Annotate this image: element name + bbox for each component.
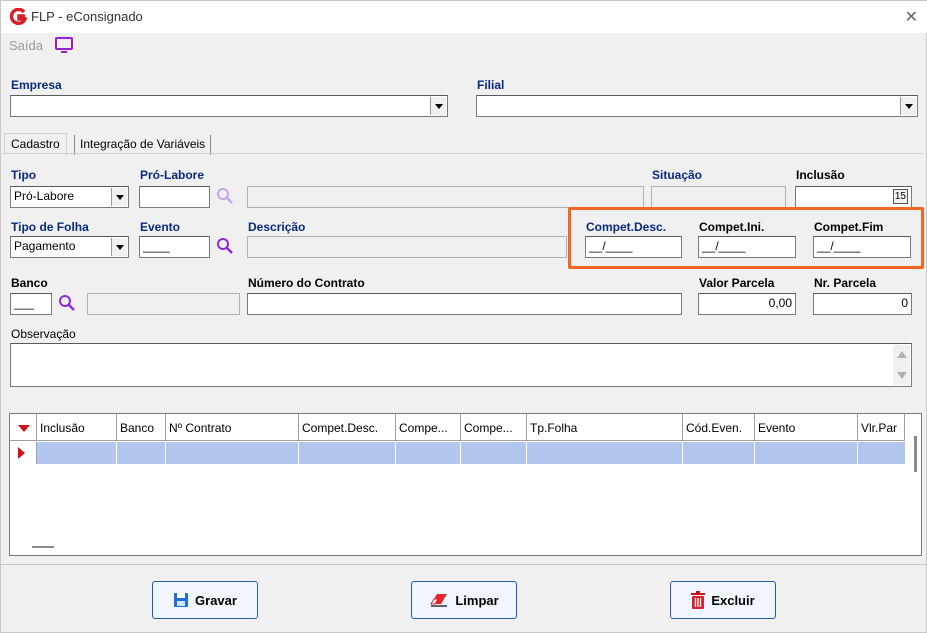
tipo-folha-label: Tipo de Folha: [11, 220, 89, 234]
app-window: FLP - eConsignado ✕ Saída Empresa Filial…: [0, 0, 927, 633]
chevron-down-icon[interactable]: [900, 97, 916, 115]
evento-label: Evento: [140, 220, 181, 234]
grid-col-banco[interactable]: Banco: [117, 414, 166, 441]
row-pointer-icon: [18, 447, 25, 459]
compet-highlight-box: [568, 207, 924, 269]
save-icon: [174, 593, 189, 607]
grid-cell[interactable]: [461, 442, 527, 464]
numero-contrato-input[interactable]: [247, 293, 682, 315]
filial-label: Filial: [477, 78, 505, 92]
data-grid[interactable]: Inclusão Banco Nº Contrato Compet.Desc. …: [9, 413, 922, 556]
inclusao-date-input[interactable]: 15: [795, 186, 912, 208]
prolabore-description: [247, 186, 644, 208]
gravar-label: Gravar: [195, 592, 237, 608]
gravar-button[interactable]: Gravar: [152, 581, 258, 619]
grid-cell[interactable]: [683, 442, 755, 464]
banco-input[interactable]: ___: [10, 293, 52, 315]
valor-parcela-label: Valor Parcela: [699, 276, 775, 290]
descricao-field: [247, 236, 567, 258]
empresa-label: Empresa: [11, 78, 62, 92]
tipo-folha-value: Pagamento: [14, 239, 76, 253]
evento-input[interactable]: ____: [139, 236, 210, 258]
observacao-scrollbar[interactable]: [893, 345, 910, 385]
tipo-select[interactable]: Pró-Labore: [10, 186, 129, 208]
grid-col-compet-ini[interactable]: Compe...: [396, 414, 461, 441]
footer-divider: [1, 564, 927, 565]
grid-col-inclusao[interactable]: Inclusão: [37, 414, 117, 441]
prolabore-label: Pró-Labore: [140, 168, 205, 182]
chevron-down-icon[interactable]: [430, 97, 446, 115]
tipo-value: Pró-Labore: [14, 189, 75, 203]
scroll-up-icon[interactable]: [897, 351, 907, 358]
exit-button[interactable]: Saída: [9, 38, 43, 53]
grid-col-cod-evento[interactable]: Cód.Even.: [683, 414, 755, 441]
observacao-textarea[interactable]: [10, 343, 912, 387]
calendar-icon[interactable]: 15: [892, 189, 908, 204]
grid-horizontal-scrollbar[interactable]: [32, 546, 54, 548]
prolabore-search-icon[interactable]: [216, 187, 234, 205]
row-indicator: [10, 442, 37, 464]
inclusao-label: Inclusão: [796, 168, 845, 182]
tipo-folha-select[interactable]: Pagamento: [10, 236, 129, 258]
table-row[interactable]: [10, 442, 905, 464]
chevron-down-icon[interactable]: [111, 188, 127, 206]
situacao-field: [651, 186, 786, 208]
excluir-label: Excluir: [711, 592, 755, 608]
situacao-label: Situação: [652, 168, 703, 182]
grid-col-compet-desc[interactable]: Compet.Desc.: [299, 414, 396, 441]
observacao-label: Observação: [11, 327, 76, 341]
grid-col-tp-folha[interactable]: Tp.Folha: [527, 414, 683, 441]
nr-parcela-input[interactable]: 0: [813, 293, 912, 315]
empresa-select[interactable]: [10, 95, 448, 117]
grid-corner[interactable]: [10, 414, 37, 441]
scroll-down-icon[interactable]: [897, 372, 907, 379]
grid-cell[interactable]: [527, 442, 683, 464]
grid-cell[interactable]: [396, 442, 461, 464]
grid-cell[interactable]: [37, 442, 117, 464]
close-icon[interactable]: ✕: [905, 7, 918, 27]
chevron-down-icon[interactable]: [111, 238, 127, 256]
grid-col-compet-fim[interactable]: Compe...: [461, 414, 527, 441]
descricao-label: Descrição: [248, 220, 306, 234]
nr-parcela-label: Nr. Parcela: [814, 276, 877, 290]
grid-col-vlr-parcela[interactable]: Vlr.Par: [858, 414, 905, 441]
grid-col-evento[interactable]: Evento: [755, 414, 858, 441]
sort-down-icon[interactable]: [18, 425, 30, 432]
banco-name-field: [87, 293, 240, 315]
grid-cell[interactable]: [299, 442, 396, 464]
app-logo-icon: [9, 8, 27, 26]
grid-cell[interactable]: [755, 442, 858, 464]
tab-cadastro[interactable]: Cadastro: [4, 133, 67, 155]
eraser-icon: [430, 594, 448, 607]
evento-search-icon[interactable]: [216, 237, 234, 255]
monitor-icon[interactable]: [54, 36, 74, 54]
banco-label: Banco: [11, 276, 48, 290]
grid-vertical-scrollbar[interactable]: [914, 436, 917, 472]
numero-contrato-label: Número do Contrato: [248, 276, 365, 290]
title-bar: FLP - eConsignado ✕: [1, 1, 927, 33]
limpar-label: Limpar: [455, 592, 499, 608]
grid-cell[interactable]: [117, 442, 166, 464]
grid-cell[interactable]: [166, 442, 299, 464]
grid-col-contrato[interactable]: Nº Contrato: [166, 414, 299, 441]
window-title: FLP - eConsignado: [31, 9, 143, 24]
valor-parcela-input[interactable]: 0,00: [698, 293, 796, 315]
trash-icon: [691, 591, 706, 609]
limpar-button[interactable]: Limpar: [411, 581, 517, 619]
excluir-button[interactable]: Excluir: [670, 581, 776, 619]
prolabore-code-input[interactable]: [139, 186, 210, 208]
filial-select[interactable]: [476, 95, 918, 117]
banco-search-icon[interactable]: [58, 294, 76, 312]
tab-integracao[interactable]: Integração de Variáveis: [74, 135, 212, 155]
tipo-label: Tipo: [11, 168, 37, 182]
